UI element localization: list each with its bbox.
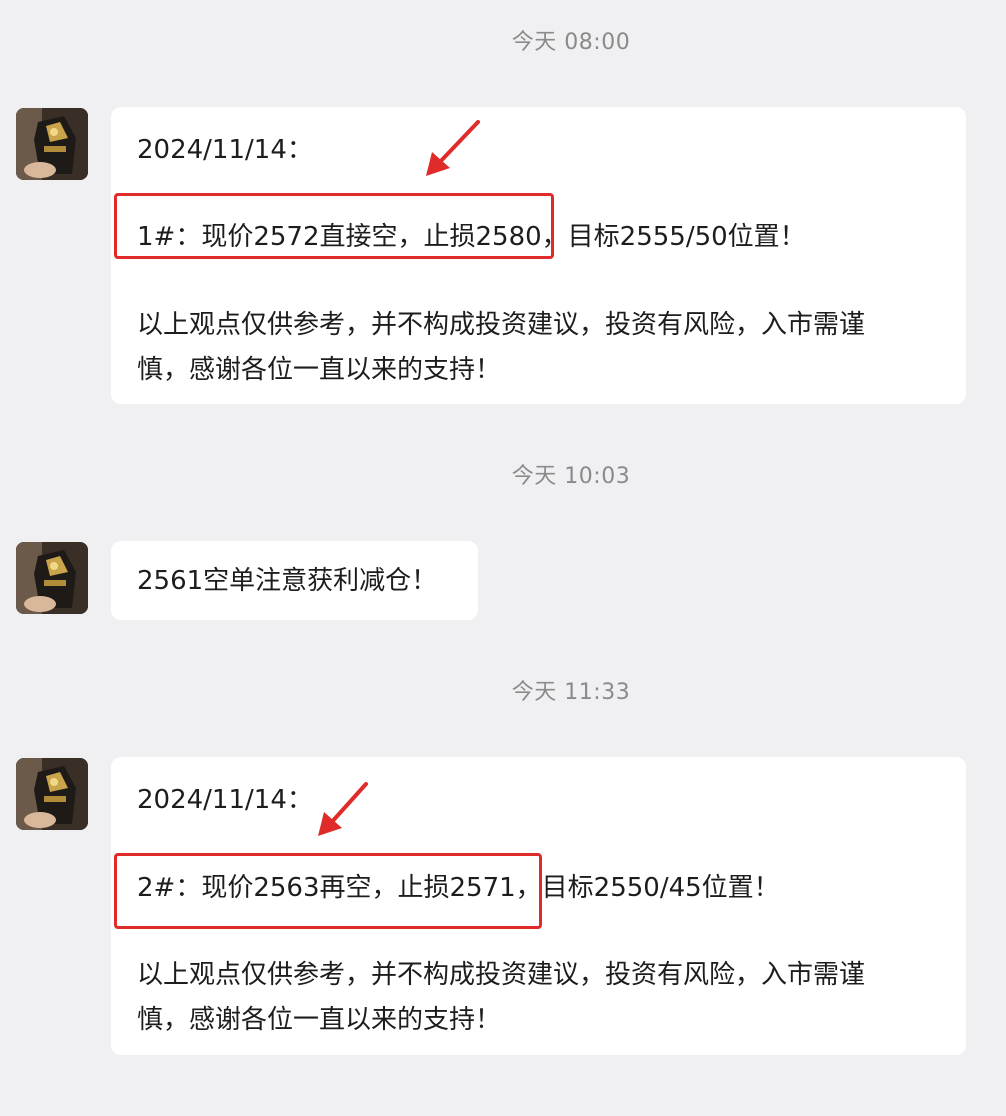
red-highlight-box [114,853,542,929]
message-line: 以上观点仅供参考，并不构成投资建议，投资有风险，入市需谨 [137,310,866,340]
message-line: 2024/11/14： [137,785,313,815]
avatar[interactable] [16,542,88,614]
timestamp: 今天 10:03 [511,464,631,489]
message-line: 2024/11/14： [137,135,313,165]
avatar-image-icon [16,758,88,830]
message-line: 慎，感谢各位一直以来的支持！ [137,1005,502,1035]
avatar[interactable] [16,758,88,830]
avatar-image-icon [16,108,88,180]
message-line: 慎，感谢各位一直以来的支持！ [137,355,502,385]
message-line: 2561空单注意获利减仓！ [137,566,438,596]
red-arrow-annotation-icon [318,782,368,836]
avatar-image-icon [16,542,88,614]
timestamp: 今天 08:00 [511,30,631,55]
avatar[interactable] [16,108,88,180]
timestamp: 今天 11:33 [511,680,631,705]
red-arrow-annotation-icon [426,120,480,176]
message-line: 以上观点仅供参考，并不构成投资建议，投资有风险，入市需谨 [137,960,866,990]
message-bubble[interactable]: 2561空单注意获利减仓！ [111,541,478,620]
red-highlight-box [114,193,554,259]
